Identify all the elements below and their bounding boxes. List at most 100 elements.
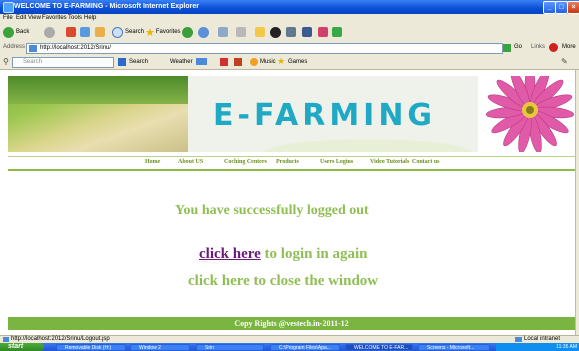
page-content: E-FARMING Home About US Coching Centers … xyxy=(0,70,575,335)
login-link-suffix: to login in again xyxy=(260,246,368,262)
tool-button-4[interactable] xyxy=(332,26,342,38)
nav-products[interactable]: Products xyxy=(276,159,299,165)
wrench-icon[interactable]: ✎ xyxy=(561,57,568,66)
address-label: Address xyxy=(3,44,26,50)
messenger-icon xyxy=(270,26,281,38)
history-icon xyxy=(198,26,209,38)
stop-button[interactable] xyxy=(66,26,76,38)
refresh-icon xyxy=(80,27,90,37)
go-button[interactable]: Go xyxy=(514,44,522,50)
news-icon[interactable] xyxy=(234,58,242,66)
search-input[interactable]: Search xyxy=(12,57,114,68)
search-button[interactable]: Search xyxy=(112,26,144,38)
taskbar: start Removable Disk (H:) Window 2 Srin … xyxy=(0,343,579,351)
media-button[interactable] xyxy=(182,26,195,38)
tool-button-2[interactable] xyxy=(302,26,312,38)
forward-button[interactable] xyxy=(44,26,57,38)
games-button[interactable]: Games xyxy=(288,59,307,65)
task-removable-disk[interactable]: Removable Disk (H:) xyxy=(56,344,126,351)
flower-image xyxy=(478,76,575,152)
task-window-2[interactable]: Window 2 xyxy=(130,344,190,351)
messenger-button[interactable] xyxy=(270,26,283,38)
search-toolbar: ⚲ Search Search Weather Music ★ Games ✎ xyxy=(0,55,579,70)
tool-icon xyxy=(302,27,312,37)
tool-icon xyxy=(318,27,328,37)
title-bar: WELCOME TO E-FARMING - Microsoft Interne… xyxy=(0,0,579,14)
tool-icon xyxy=(332,27,342,37)
intranet-icon xyxy=(515,337,522,342)
mail-icon[interactable] xyxy=(196,58,207,65)
tool-button-1[interactable] xyxy=(286,26,296,38)
nav-about-us[interactable]: About US xyxy=(178,159,203,165)
star-icon: ★ xyxy=(145,26,155,39)
back-arrow-icon xyxy=(3,26,14,38)
wheat-field-image xyxy=(8,76,188,152)
task-srin[interactable]: Srin xyxy=(196,344,264,351)
stop-icon xyxy=(66,27,76,37)
vertical-scrollbar[interactable] xyxy=(575,70,579,335)
ie-icon xyxy=(3,2,14,13)
media-icon xyxy=(182,26,193,38)
start-button[interactable]: start xyxy=(0,343,44,351)
music-button[interactable]: Music xyxy=(260,59,276,65)
go-arrow-icon[interactable] xyxy=(503,44,511,52)
refresh-button[interactable] xyxy=(80,26,90,38)
favorites-button[interactable]: ★ Favorites xyxy=(145,26,181,39)
close-window-link[interactable]: click here to close the window xyxy=(188,273,378,290)
mail-button[interactable] xyxy=(218,26,228,38)
weather-button[interactable]: Weather xyxy=(170,59,193,65)
nav-video-tutorials[interactable]: Video Tutorials xyxy=(370,159,409,165)
folder-button[interactable] xyxy=(255,26,265,38)
home-icon xyxy=(95,27,105,37)
menu-edit[interactable]: Edit xyxy=(16,15,26,21)
menu-file[interactable]: File xyxy=(3,15,13,21)
banner: E-FARMING xyxy=(8,76,575,152)
footer: Copy Rights @vestech.in-2011-12 xyxy=(8,317,575,330)
nav-home[interactable]: Home xyxy=(145,159,160,165)
back-button[interactable]: Back xyxy=(3,26,29,38)
nav-users-logins[interactable]: Users Logins xyxy=(320,159,353,165)
tool-button-3[interactable] xyxy=(318,26,328,38)
music-icon xyxy=(250,58,258,66)
search-submit[interactable]: Search xyxy=(129,59,148,65)
clock[interactable]: 11:35 AM xyxy=(556,344,577,350)
flower-icon xyxy=(485,76,575,152)
address-input[interactable]: http://localhost:2012/Srinu/ xyxy=(26,43,503,54)
menu-view[interactable]: View xyxy=(28,15,41,21)
task-welcome-efarming[interactable]: WELCOME TO E-FAR... xyxy=(345,344,413,351)
nav-bar: Home About US Coching Centers Products U… xyxy=(8,156,575,171)
menu-bar: File Edit View Favorites Tools Help xyxy=(0,14,579,23)
task-screens-microsoft[interactable]: Screens - Microsoft... xyxy=(418,344,490,351)
menu-favorites[interactable]: Favorites xyxy=(42,15,67,21)
forward-arrow-icon xyxy=(44,26,55,38)
page-icon xyxy=(29,45,37,52)
menu-tools[interactable]: Tools xyxy=(68,15,82,21)
tool-icon xyxy=(286,27,296,37)
close-button[interactable]: × xyxy=(567,1,579,14)
print-button[interactable] xyxy=(236,26,246,38)
mail-icon xyxy=(218,27,228,37)
system-tray: 11:35 AM xyxy=(496,343,579,351)
search-icon xyxy=(112,26,123,38)
task-program-files[interactable]: C:\Program Files\Apa... xyxy=(270,344,340,351)
address-bar: Address http://localhost:2012/Srinu/ Go … xyxy=(0,41,579,56)
shopping-icon[interactable] xyxy=(220,58,228,66)
links-label[interactable]: Links xyxy=(531,44,545,50)
nav-coching-centers[interactable]: Coching Centers xyxy=(224,159,267,165)
search-go-icon[interactable] xyxy=(118,58,126,66)
history-button[interactable] xyxy=(198,26,211,38)
more-button[interactable]: More xyxy=(562,44,576,50)
login-link[interactable]: click here xyxy=(199,246,261,262)
home-button[interactable] xyxy=(95,26,105,38)
banner-title: E-FARMING xyxy=(213,98,437,133)
print-icon xyxy=(236,27,246,37)
nav-contact-us[interactable]: Contact us xyxy=(412,159,440,165)
folder-icon xyxy=(255,27,265,37)
magnifier-icon: ⚲ xyxy=(3,57,9,66)
logout-message: You have successfully logged out xyxy=(175,203,369,218)
status-zone: Local intranet xyxy=(524,336,561,342)
page-status-icon xyxy=(3,337,9,342)
toolbar-logo-icon[interactable] xyxy=(549,43,558,52)
games-star-icon: ★ xyxy=(277,56,286,66)
menu-help[interactable]: Help xyxy=(84,15,96,21)
